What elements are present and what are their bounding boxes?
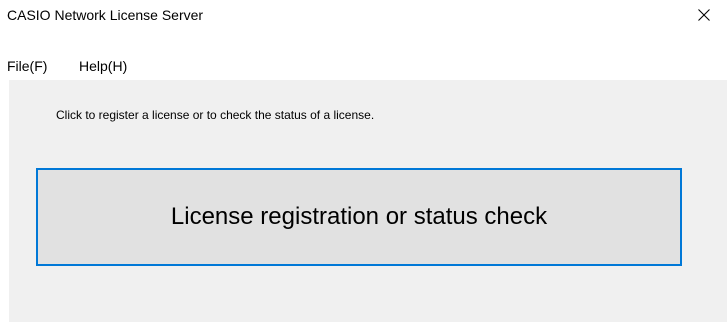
menu-file[interactable]: File(F) <box>7 58 47 74</box>
window-title: CASIO Network License Server <box>7 7 204 23</box>
license-registration-button-label: License registration or status check <box>170 203 548 230</box>
license-registration-button[interactable]: License registration or status check <box>36 168 682 266</box>
menu-help[interactable]: Help(H) <box>79 58 127 74</box>
close-button[interactable] <box>681 0 727 30</box>
instruction-text: Click to register a license or to check … <box>56 108 375 122</box>
close-icon <box>698 9 710 21</box>
app-window: CASIO Network License Server File(F) Hel… <box>0 0 727 322</box>
title-bar: CASIO Network License Server <box>0 0 727 30</box>
menu-bar: File(F) Help(H) <box>0 52 727 79</box>
